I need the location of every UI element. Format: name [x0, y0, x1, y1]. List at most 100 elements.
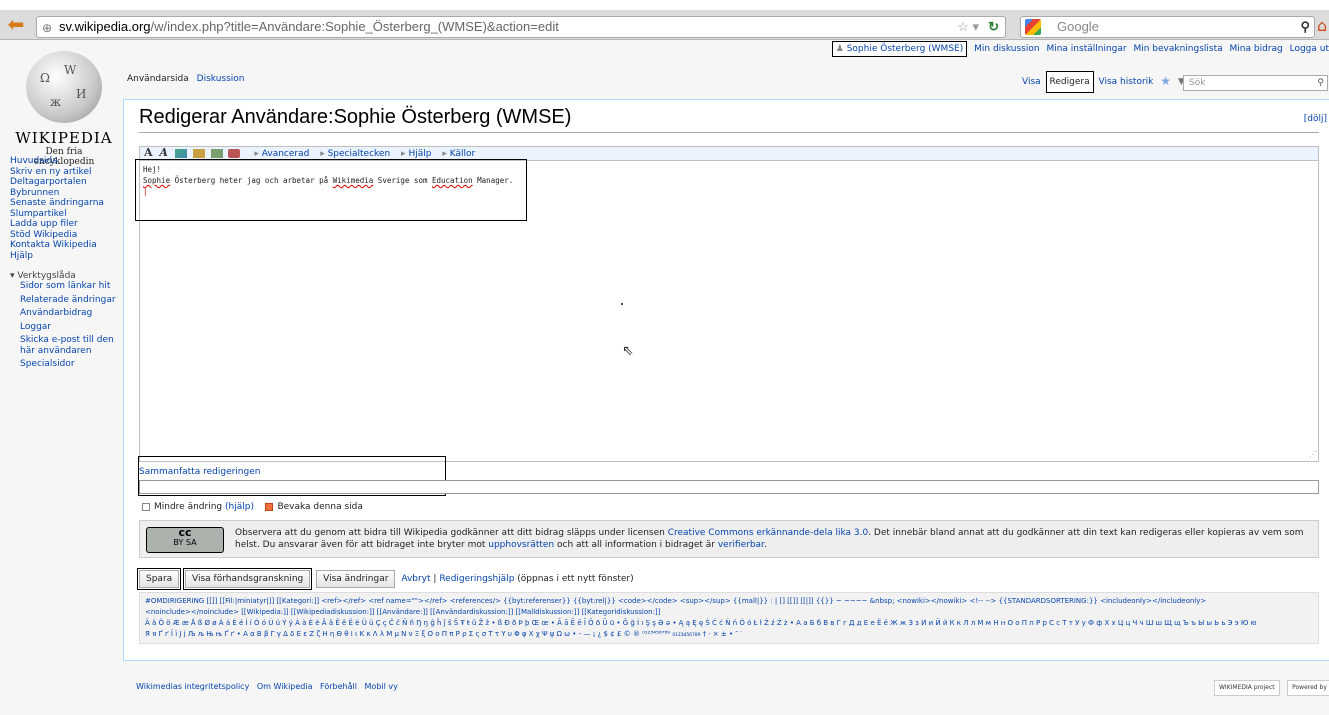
- address-bar[interactable]: ⊕ sv.wikipedia.org/w/index.php?title=Anv…: [36, 16, 1006, 38]
- edit-options: Mindre ändring (hjälp) Bevaka denna sida: [142, 502, 363, 512]
- sidebar-item[interactable]: Hjälp: [10, 251, 118, 262]
- sidebar-item[interactable]: Bybrunnen: [10, 188, 118, 199]
- toolbox-item[interactable]: Skicka e-post till den här användaren: [20, 335, 118, 356]
- mouse-pointer-icon: ⇖: [622, 343, 634, 359]
- personal-link[interactable]: Min bevakningslista: [1133, 44, 1222, 54]
- personal-link[interactable]: Logga ut: [1290, 44, 1329, 54]
- toolbar-group[interactable]: ▸ Specialtecken: [320, 149, 390, 159]
- watch-page-label[interactable]: Bevaka denna sida: [277, 502, 362, 512]
- tab-edit[interactable]: Redigera: [1045, 71, 1094, 93]
- tab-history[interactable]: Visa historik: [1097, 71, 1156, 93]
- minor-edit-help-link[interactable]: (hjälp): [225, 502, 254, 512]
- reference-icon[interactable]: [228, 149, 241, 158]
- bookmark-star-icon[interactable]: ☆ ▾: [957, 17, 979, 37]
- wiki-search-placeholder: Sök: [1189, 78, 1206, 88]
- minor-edit-checkbox[interactable]: [142, 502, 150, 511]
- toolbar-group-label: Specialtecken: [327, 149, 391, 159]
- sidebar-item[interactable]: Ladda upp filer: [10, 219, 118, 230]
- copyright-link[interactable]: upphovsrätten: [488, 540, 554, 550]
- cc-badge-top: cc: [178, 526, 192, 539]
- browser-search-box[interactable]: Google ⚲: [1020, 16, 1315, 38]
- bold-button[interactable]: A: [144, 146, 153, 159]
- tab-discussion[interactable]: Diskussion: [197, 74, 245, 84]
- license-text: .: [763, 540, 767, 550]
- resize-handle-icon[interactable]: ⋰: [1309, 449, 1317, 460]
- charinsert-line[interactable]: Я я Ґ ґ Ї ї Ј ј Љ љ Њ њ Ґ ґ • Α α Β β Γ …: [145, 629, 1313, 640]
- home-icon[interactable]: ⌂: [1317, 16, 1329, 36]
- save-button[interactable]: Spara: [136, 568, 182, 590]
- footer-link[interactable]: Förbehåll: [320, 682, 357, 691]
- toolbox-item[interactable]: Specialsidor: [20, 359, 118, 370]
- cancel-link[interactable]: Avbryt: [401, 574, 430, 584]
- wikipedia-logo[interactable]: ΩWИж WIKIPEDIA Den fria encyklopedin: [14, 51, 114, 167]
- charinsert-line[interactable]: Ä ä Ö ö Æ æ Å ß Ø ø Á á É é Í í Ó ó Ú ú …: [145, 618, 1313, 629]
- sidebar: Huvudsida Skriv en ny artikel Deltagarpo…: [10, 156, 118, 373]
- toolbox-item[interactable]: Loggar: [20, 322, 118, 333]
- wiki-search-input[interactable]: Sök ⚲: [1183, 75, 1328, 91]
- user-icon: ♟: [835, 44, 847, 54]
- summary-label[interactable]: Sammanfatta redigeringen: [139, 467, 260, 477]
- cc-by-sa-badge-icon[interactable]: cc BY SA: [146, 527, 224, 553]
- search-icon[interactable]: ⚲: [1317, 76, 1324, 90]
- user-page-link[interactable]: ♟ Sophie Österberg (WMSE): [831, 41, 968, 57]
- toolbar-group-label: Avancerad: [261, 149, 310, 159]
- logo-wordmark: WIKIPEDIA: [15, 129, 113, 147]
- window-top: [0, 0, 1329, 10]
- google-icon[interactable]: [1025, 19, 1041, 35]
- sidebar-item[interactable]: Deltagarportalen: [10, 177, 118, 188]
- sidebar-item[interactable]: Skriv en ny artikel: [10, 167, 118, 178]
- site-identity-icon[interactable]: ⊕: [42, 18, 52, 37]
- toolbox-heading[interactable]: ▾ Verktygslåda: [10, 271, 118, 281]
- personal-link[interactable]: Mina bidrag: [1230, 44, 1283, 54]
- charinsert-line[interactable]: <noinclude></noinclude> [[Wikipedia:]] […: [145, 607, 1313, 618]
- license-link[interactable]: Creative Commons erkännande-dela lika 3.…: [668, 528, 868, 538]
- italic-button[interactable]: A: [159, 146, 168, 159]
- license-text: Observera att du genom att bidra till Wi…: [235, 528, 668, 538]
- wikimedia-badge[interactable]: WIKIMEDIA project: [1214, 680, 1280, 696]
- link-icon[interactable]: [174, 149, 187, 158]
- puzzle-globe-icon: ΩWИж: [26, 51, 102, 123]
- watch-page-checkbox[interactable]: [265, 502, 274, 511]
- mediawiki-badge[interactable]: Powered by MediaWiki: [1287, 680, 1329, 696]
- sidebar-item[interactable]: Slumpartikel: [10, 209, 118, 220]
- charinsert-line[interactable]: #OMDIRIGERING [[]] [[Fil:|miniatyr|]] [[…: [145, 596, 1313, 607]
- footer-links: Wikimedias integritetspolicy Om Wikipedi…: [136, 682, 403, 691]
- triangle-right-icon: ▸: [320, 149, 328, 159]
- personal-link[interactable]: Mina inställningar: [1046, 44, 1126, 54]
- toolbar-group[interactable]: ▸ Avancerad: [254, 149, 309, 159]
- sidebar-item[interactable]: Huvudsida: [10, 156, 118, 167]
- reload-icon[interactable]: ↻: [988, 17, 999, 37]
- url-domain: sv.wikipedia.org: [59, 19, 151, 34]
- toolbar-group-label: Källor: [449, 149, 476, 159]
- footer-link[interactable]: Om Wikipedia: [257, 682, 313, 691]
- sidebar-item[interactable]: Senaste ändringarna: [10, 198, 118, 209]
- toolbox-item[interactable]: Sidor som länkar hit: [20, 281, 118, 292]
- wiki-page: ΩWИж WIKIPEDIA Den fria encyklopedin Huv…: [0, 41, 1329, 715]
- hide-link[interactable]: [dölj]: [1304, 114, 1327, 124]
- edit-toolbar: A A ▸ Avancerad ▸ Specialtecken ▸ Hjälp …: [139, 146, 1319, 160]
- verifiable-link[interactable]: verifierbar: [718, 540, 764, 550]
- show-changes-button[interactable]: Visa ändringar: [316, 570, 396, 588]
- toolbar-group[interactable]: ▸ Källor: [442, 149, 475, 159]
- toolbox-item[interactable]: Relaterade ändringar: [20, 295, 118, 306]
- watch-star-icon[interactable]: ★: [1158, 71, 1173, 91]
- preview-button[interactable]: Visa förhandsgranskning: [183, 568, 313, 590]
- footer-link[interactable]: Mobil vy: [365, 682, 398, 691]
- triangle-right-icon: ▸: [442, 149, 450, 159]
- sidebar-item[interactable]: Kontakta Wikipedia: [10, 240, 118, 251]
- sidebar-item[interactable]: Stöd Wikipedia: [10, 230, 118, 241]
- footer-link[interactable]: Wikimedias integritetspolicy: [136, 682, 249, 691]
- toolbar-group[interactable]: ▸ Hjälp: [401, 149, 431, 159]
- toolbox-item[interactable]: Användarbidrag: [20, 308, 118, 319]
- embed-file-icon[interactable]: [192, 149, 205, 158]
- search-icon[interactable]: ⚲: [1300, 17, 1310, 37]
- back-arrow-icon[interactable]: ⬅: [2, 14, 30, 36]
- editing-help-link[interactable]: Redigeringshjälp: [439, 574, 514, 584]
- image-icon[interactable]: [210, 149, 223, 158]
- triangle-right-icon: ▸: [254, 149, 262, 159]
- tab-user-page[interactable]: Användarsida: [127, 74, 189, 84]
- tab-view[interactable]: Visa: [1020, 71, 1043, 93]
- summary-input[interactable]: [139, 480, 1319, 494]
- minor-edit-label[interactable]: Mindre ändring: [154, 502, 222, 512]
- personal-link[interactable]: Min diskussion: [974, 44, 1039, 54]
